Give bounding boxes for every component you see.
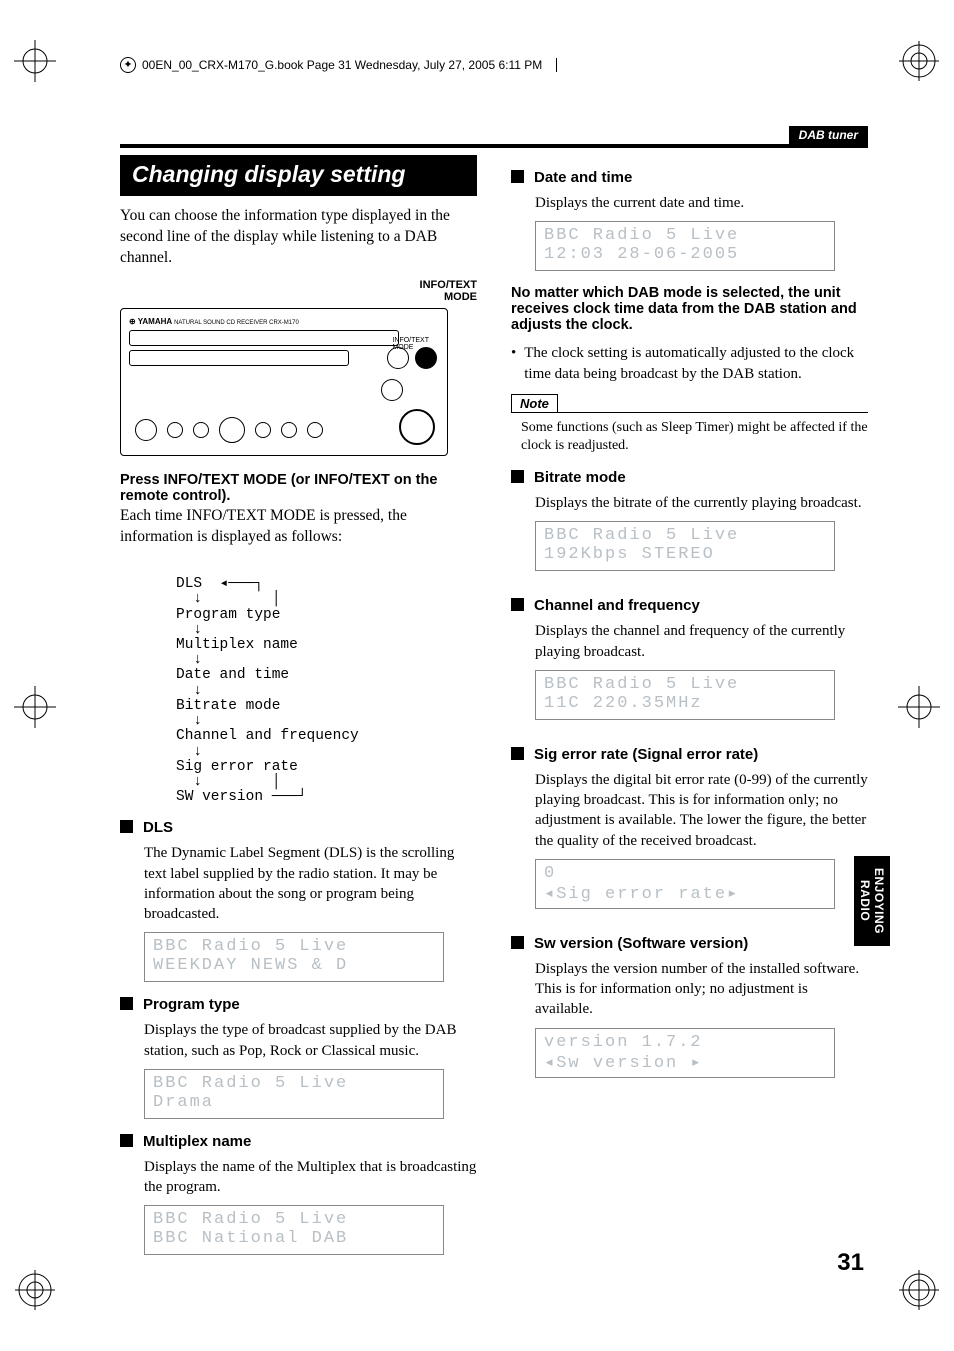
section-title: Changing display setting xyxy=(120,155,477,196)
subhead-channel-freq: Channel and frequency xyxy=(511,597,868,615)
note-box: Note xyxy=(511,394,868,413)
lcd-multiplex: BBC Radio 5 LiveBBC National DAB xyxy=(144,1205,444,1255)
flow-diagram: DLS ◂───┐ ↓ │ Program type ↓ Multiplex n… xyxy=(176,562,477,806)
content: Changing display setting You can choose … xyxy=(120,155,868,1241)
device-diagram: ⊕ YAMAHA NATURAL SOUND CD RECEIVER CRX-M… xyxy=(120,308,448,456)
lcd-sw-version: version 1.7.2◂Sw version ▸ xyxy=(535,1028,835,1078)
knob-icon xyxy=(135,419,157,441)
knob-icon xyxy=(219,417,245,443)
cropmark-br xyxy=(898,1269,940,1311)
volume-knob-icon xyxy=(399,409,435,445)
subhead-multiplex-name: Multiplex name xyxy=(120,1133,477,1151)
oplus-icon: ✦ xyxy=(120,57,136,73)
sw-version-desc: Displays the version number of the insta… xyxy=(535,959,868,1020)
cropmark-bl xyxy=(14,1269,56,1311)
subhead-program-type: Program type xyxy=(120,996,477,1014)
breadcrumb: DAB tuner xyxy=(789,126,868,144)
program-type-desc: Displays the type of broadcast supplied … xyxy=(144,1020,477,1061)
subhead-sw-version: Sw version (Software version) xyxy=(511,935,868,953)
intro-text: You can choose the information type disp… xyxy=(120,206,477,269)
pointer-label: INFO/TEXT MODE xyxy=(120,279,477,304)
subhead-dls: DLS xyxy=(120,819,477,837)
page: ✦ 00EN_00_CRX-M170_G.book Page 31 Wednes… xyxy=(0,0,954,1351)
channel-freq-desc: Displays the channel and frequency of th… xyxy=(535,621,868,662)
date-time-desc: Displays the current date and time. xyxy=(535,193,868,213)
subhead-bitrate: Bitrate mode xyxy=(511,469,868,487)
note-text: Some functions (such as Sleep Timer) mig… xyxy=(521,419,868,455)
cropmark-tl xyxy=(14,40,56,82)
subhead-sig-error: Sig error rate (Signal error rate) xyxy=(511,746,868,764)
brand-label: ⊕ YAMAHA NATURAL SOUND CD RECEIVER CRX-M… xyxy=(129,317,439,326)
subhead-date-time: Date and time xyxy=(511,169,868,187)
lcd-channel-freq: BBC Radio 5 Live11C 220.35MHz xyxy=(535,670,835,720)
instruction-bold: Press INFO/TEXT MODE (or INFO/TEXT on th… xyxy=(120,472,477,504)
lcd-dls: BBC Radio 5 LiveWEEKDAY NEWS & D xyxy=(144,932,444,982)
lcd-bitrate: BBC Radio 5 Live192Kbps STEREO xyxy=(535,521,835,571)
sidecross-right xyxy=(898,686,940,728)
bitrate-desc: Displays the bitrate of the currently pl… xyxy=(535,493,868,513)
sig-error-desc: Displays the digital bit error rate (0-9… xyxy=(535,770,868,851)
knob-icon xyxy=(381,379,403,401)
lcd-date-time: BBC Radio 5 Live12:03 28-06-2005 xyxy=(535,221,835,271)
dab-clock-note: No matter which DAB mode is selected, th… xyxy=(511,285,868,333)
instruction-body: Each time INFO/TEXT MODE is pressed, the… xyxy=(120,506,477,548)
col-right: Date and time Displays the current date … xyxy=(511,155,868,1241)
col-left: Changing display setting You can choose … xyxy=(120,155,477,1241)
print-header: ✦ 00EN_00_CRX-M170_G.book Page 31 Wednes… xyxy=(120,57,557,73)
dls-desc: The Dynamic Label Segment (DLS) is the s… xyxy=(144,843,477,924)
cropmark-tr xyxy=(898,40,940,82)
clock-bullet: •The clock setting is automatically adju… xyxy=(511,343,868,384)
lcd-program-type: BBC Radio 5 LiveDrama xyxy=(144,1069,444,1119)
top-strip: DAB tuner xyxy=(120,126,868,148)
bookline-text: 00EN_00_CRX-M170_G.book Page 31 Wednesda… xyxy=(142,58,542,72)
multiplex-desc: Displays the name of the Multiplex that … xyxy=(144,1157,477,1198)
sidecross-left xyxy=(14,686,56,728)
page-number: 31 xyxy=(837,1249,864,1277)
lcd-sig-error: 0◂Sig error rate▸ xyxy=(535,859,835,909)
